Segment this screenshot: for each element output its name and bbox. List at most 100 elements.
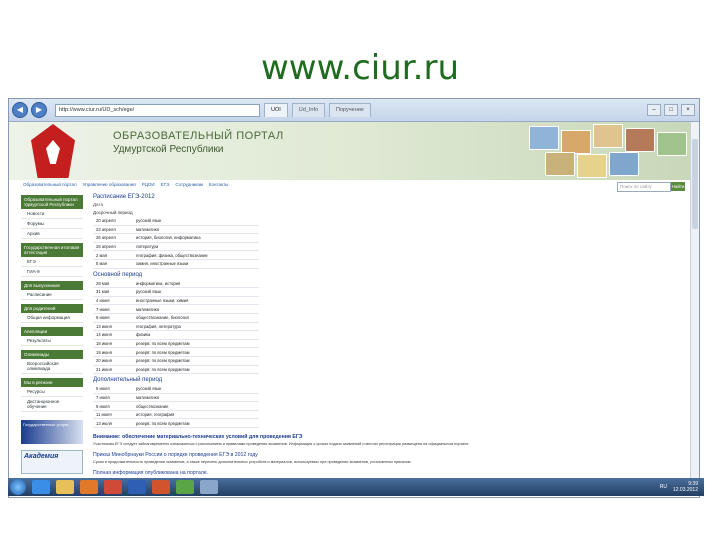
exam-date: 21 июня (93, 365, 133, 375)
media-player-icon[interactable] (80, 480, 98, 494)
academia-banner[interactable]: Академия (21, 450, 83, 474)
period-label: Дополнительный период (93, 377, 163, 384)
sidebar: Образовательный портал Удмуртской Респуб… (21, 191, 83, 474)
exam-date: 5 мая (93, 259, 133, 269)
table-row: 20 апреля русский язык (93, 217, 259, 226)
sidebar-item[interactable]: Результаты (21, 336, 83, 346)
ie-icon[interactable] (32, 480, 50, 494)
schedule-table-early: 20 апреля русский язык 23 апреля математика… (93, 217, 259, 269)
sidebar-item[interactable]: Всероссийская олимпиада (21, 359, 83, 374)
notice-link[interactable]: Полная информация опубликована на портал… (93, 470, 693, 476)
notice-text: Участникам ЕГЭ следует заблаговременно о… (93, 442, 470, 447)
top-nav: Образовательный портал Управление образо… (23, 182, 228, 187)
app-icon[interactable] (200, 480, 218, 494)
header-photo (577, 154, 607, 178)
sidebar-item[interactable]: Архив (21, 229, 83, 239)
back-icon[interactable]: ◀ (12, 102, 28, 118)
site-header: ОБРАЗОВАТЕЛЬНЫЙ ПОРТАЛ Удмуртской Респуб… (9, 122, 699, 180)
exam-date: 18 июня (93, 339, 133, 349)
exam-subject: математика (133, 393, 259, 403)
exam-subject: математика (133, 225, 259, 235)
exam-subject: история, биология, информатика (133, 233, 259, 243)
powerpoint-icon[interactable] (152, 480, 170, 494)
system-clock[interactable]: 9:39 12.03.2012 (673, 481, 698, 493)
exam-subject: резерв: по всем предметам (133, 339, 259, 349)
header-photo (561, 130, 591, 154)
windows-start-icon[interactable] (10, 479, 26, 495)
gosuslugi-banner[interactable]: Государственные услуги (21, 420, 83, 444)
top-link[interactable]: РЦОИ (142, 182, 155, 187)
column-header: Дата (93, 202, 103, 207)
exam-subject: резерв: по всем предметам (133, 418, 259, 429)
table-row: 18 июня резерв: по всем предметам (93, 339, 259, 349)
scrollbar-thumb[interactable] (692, 139, 698, 229)
exam-date: 13 июня (93, 322, 133, 332)
period-label: Основной период (93, 271, 143, 278)
exam-subject: резерв: по всем предметам (133, 347, 259, 357)
exam-subject: русский язык (133, 217, 259, 226)
top-link[interactable]: Контакты (209, 182, 228, 187)
sidebar-item[interactable]: Ресурсы (21, 387, 83, 397)
sidebar-item[interactable]: ГИА-9 (21, 267, 83, 277)
top-link[interactable]: Сотрудникам (175, 182, 203, 187)
exam-subject: русский язык (133, 287, 259, 297)
sidebar-item[interactable]: Дистанционное обучение (21, 397, 83, 412)
tab-ud-info[interactable]: Ud_Info (291, 103, 326, 117)
exam-date: 19 июня (93, 347, 133, 357)
top-link[interactable]: Образовательный портал (23, 182, 77, 187)
sidebar-heading: Для выпускников (21, 281, 83, 290)
schedule-table-additional: 5 июля русский язык 7 июля математика 9 июля… (93, 385, 259, 429)
exam-date: 5 июля (93, 385, 133, 394)
exam-date: 23 апреля (93, 225, 133, 235)
table-row: 13 июня география, литература (93, 322, 259, 332)
word-icon[interactable] (128, 480, 146, 494)
sidebar-item[interactable]: ЕГЭ (21, 257, 83, 267)
exam-subject: физика (133, 330, 259, 340)
exam-date: 28 апреля (93, 242, 133, 252)
schedule-table-main: 28 мая информатика, история 31 мая русский … (93, 279, 259, 375)
sidebar-item[interactable]: Форумы (21, 219, 83, 229)
exam-date: 20 июня (93, 356, 133, 366)
table-row: 20 июня резерв: по всем предметам (93, 356, 259, 366)
tab-poruchenie[interactable]: Поручение (329, 103, 371, 117)
exam-date: 7 июля (93, 393, 133, 403)
exam-date: 9 июля (93, 401, 133, 411)
forward-icon[interactable]: ▶ (31, 102, 47, 118)
table-row: 9 июля обществознание (93, 401, 259, 411)
top-link[interactable]: ЕГЭ (161, 182, 170, 187)
exam-subject: география, физика, обществознание (133, 250, 259, 260)
portal-title[interactable]: ОБРАЗОВАТЕЛЬНЫЙ ПОРТАЛ (113, 130, 284, 142)
sidebar-heading: Мы в регионе (21, 378, 83, 387)
sidebar-item[interactable]: Общая информация (21, 313, 83, 323)
windows-taskbar: RU 9:39 12.03.2012 (8, 478, 704, 496)
language-indicator[interactable]: RU (660, 484, 667, 490)
table-row: 26 апреля история, биология, информатика (93, 233, 259, 243)
exam-subject: математика (133, 304, 259, 314)
sidebar-item[interactable]: Новости (21, 209, 83, 219)
table-row: 4 июня иностранные языки, химия (93, 296, 259, 306)
tab-uoi[interactable]: UOI (264, 103, 288, 117)
maximize-icon[interactable]: □ (664, 104, 678, 116)
search-button[interactable]: Найти (671, 182, 685, 191)
minimize-icon[interactable]: – (647, 104, 661, 116)
top-link[interactable]: Управление образования (83, 182, 136, 187)
sidebar-heading: Образовательный портал Удмуртской Респуб… (21, 195, 83, 209)
header-photo (529, 126, 559, 150)
browser-icon[interactable] (104, 480, 122, 494)
notice-title[interactable]: Приказ Минобрнауки России о порядке пров… (93, 452, 693, 458)
header-photo (657, 132, 687, 156)
address-bar[interactable]: http://www.ciur.ru/UD_sch/ege/ (55, 103, 260, 117)
table-row: 7 июля математика (93, 393, 259, 403)
exam-subject: резерв: по всем предметам (133, 356, 259, 366)
sidebar-item[interactable]: Расписание (21, 290, 83, 300)
table-row: 31 мая русский язык (93, 287, 259, 297)
close-icon[interactable]: × (681, 104, 695, 116)
notice-title[interactable]: Внимание: обеспечение материально-технич… (93, 434, 693, 440)
browser-toolbar: ◀ ▶ http://www.ciur.ru/UD_sch/ege/ UOI U… (9, 99, 699, 122)
exam-subject: география, литература (133, 322, 259, 332)
app-icon[interactable] (176, 480, 194, 494)
exam-date: 7 июня (93, 304, 133, 314)
period-label: Досрочный период (93, 210, 133, 215)
exam-subject: история, география (133, 410, 259, 420)
folder-icon[interactable] (56, 480, 74, 494)
